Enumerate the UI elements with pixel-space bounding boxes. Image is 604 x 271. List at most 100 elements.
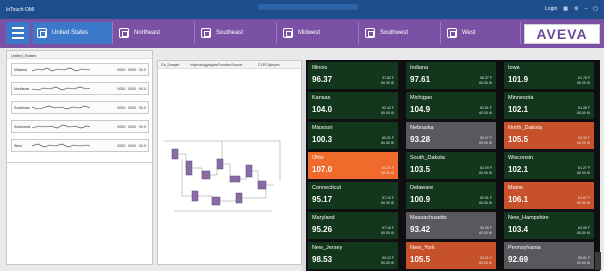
- state-tile[interactable]: Maine 106.1 63.67 F 60.00 ⚙: [504, 182, 594, 209]
- state-setpoint: 60.00 ⚙: [479, 80, 492, 85]
- state-temp: 63.67 F: [578, 196, 590, 200]
- state-value: 100.3: [312, 135, 333, 144]
- restore-icon[interactable]: ▢: [593, 6, 598, 12]
- state-tile[interactable]: South_Dakota 103.5 62.09 F 60.00 ⚙: [406, 152, 496, 179]
- app-title: InTouch OMI: [6, 7, 35, 13]
- trend-values: 0000 · 0000 · 00.0: [117, 106, 146, 110]
- state-subvalues: 57.16 F 60.00 ⚙: [381, 226, 394, 235]
- state-tile-grid: Illinois 96.37 37.82 F 60.00 ⚙ Indiana 97…: [306, 60, 600, 271]
- state-tile[interactable]: Delaware 100.9 60.51 F 60.00 ⚙: [406, 182, 496, 209]
- state-setpoint: 60.00 ⚙: [577, 230, 590, 235]
- state-temp: 56.05 F: [480, 226, 492, 230]
- tab-label: Southeast: [216, 30, 244, 36]
- region-nav-bar: United States Northeast Southeast Midwes…: [0, 19, 604, 48]
- process-diagram[interactable]: [162, 131, 292, 221]
- state-name: North_Dakota: [508, 125, 542, 131]
- trend-row[interactable]: Midwest 0000 · 0000 · 00.0: [11, 63, 149, 76]
- state-tile[interactable]: Maryland 95.26 57.16 F 60.00 ⚙: [308, 212, 398, 239]
- chart-icon[interactable]: ▦: [563, 6, 568, 12]
- state-setpoint: 60.00 ⚙: [479, 260, 492, 265]
- state-temp: 64.21 F: [382, 166, 394, 170]
- login-label[interactable]: Login: [545, 6, 557, 12]
- state-subvalues: 57.10 F 60.00 ⚙: [381, 196, 394, 205]
- menu-icon[interactable]: [6, 22, 30, 44]
- state-tile[interactable]: North_Dakota 105.5 63.30 F 60.00 ⚙: [504, 122, 594, 149]
- state-temp: 61.28 F: [578, 106, 590, 110]
- state-subvalues: 37.82 F 60.00 ⚙: [381, 76, 394, 85]
- state-value: 101.9: [508, 75, 529, 84]
- minimize-icon[interactable]: –: [584, 6, 587, 12]
- state-tile[interactable]: Kansas 104.0 62.42 F 60.00 ⚙: [308, 92, 398, 119]
- state-tile[interactable]: Connecticut 95.17 57.10 F 60.00 ⚙: [308, 182, 398, 209]
- state-tile[interactable]: Minnesota 102.1 61.28 F 60.00 ⚙: [504, 92, 594, 119]
- state-tile[interactable]: Indiana 97.61 58.37 F 60.00 ⚙: [406, 62, 496, 89]
- sparkline: [32, 124, 91, 129]
- grid-scrollbar[interactable]: [595, 252, 601, 270]
- state-subvalues: 61.27 F 60.00 ⚙: [577, 166, 590, 175]
- tab-southeast[interactable]: Southeast: [197, 22, 277, 44]
- state-value: 104.9: [410, 105, 431, 114]
- state-tile[interactable]: Ohio 107.0 64.21 F 60.00 ⚙: [308, 152, 398, 179]
- trend-name: Northeast: [14, 87, 30, 91]
- state-tile[interactable]: New_York 105.5 63.31 F 60.00 ⚙: [406, 242, 496, 269]
- state-tile[interactable]: Michigan 104.9 62.91 F 60.00 ⚙: [406, 92, 496, 119]
- state-value: 95.26: [312, 225, 333, 234]
- state-tile[interactable]: Wisconsin 102.1 61.27 F 60.00 ⚙: [504, 152, 594, 179]
- tab-northeast[interactable]: Northeast: [115, 22, 195, 44]
- state-tile[interactable]: Nebraska 93.28 55.97 F 60.00 ⚙: [406, 122, 496, 149]
- state-value: 107.0: [312, 165, 333, 174]
- state-setpoint: 60.00 ⚙: [381, 110, 394, 115]
- state-tile[interactable]: Iowa 101.9 61.76 F 60.00 ⚙: [504, 62, 594, 89]
- state-name: Maryland: [312, 215, 335, 221]
- trend-row[interactable]: Southeast 0000 · 0000 · 00.0: [11, 101, 149, 114]
- trend-name: Southwest: [14, 125, 31, 129]
- state-name: Maine: [508, 185, 523, 191]
- state-name: Illinois: [312, 65, 328, 71]
- state-subvalues: 60.51 F 60.00 ⚙: [479, 196, 492, 205]
- state-value: 100.9: [410, 195, 431, 204]
- state-setpoint: 60.00 ⚙: [479, 200, 492, 205]
- tab-gs-sample[interactable]: Gs_Sample: [161, 63, 179, 67]
- tab-west[interactable]: West: [443, 22, 521, 44]
- state-tile[interactable]: Pennsylvania 92.69 55.61 F 60.00 ⚙: [504, 242, 594, 269]
- region-icon: [365, 28, 375, 38]
- state-tile[interactable]: New_Hampshire 103.4 62.05 F 60.00 ⚙: [504, 212, 594, 239]
- region-icon: [201, 28, 211, 38]
- state-subvalues: 62.42 F 60.00 ⚙: [381, 106, 394, 115]
- state-setpoint: 60.00 ⚙: [577, 140, 590, 145]
- state-subvalues: 63.67 F 60.00 ⚙: [577, 196, 590, 205]
- state-temp: 57.10 F: [382, 196, 394, 200]
- state-tile[interactable]: Missouri 100.3 60.21 F 60.00 ⚙: [308, 122, 398, 149]
- trend-row[interactable]: Southwest 0000 · 0000 · 00.0: [11, 120, 149, 133]
- state-name: New_Hampshire: [508, 215, 549, 221]
- state-tile[interactable]: New_Jersey 98.53 59.12 F 60.00 ⚙: [308, 242, 398, 269]
- state-name: Connecticut: [312, 185, 342, 191]
- trend-row[interactable]: Northeast 0000 · 0000 · 00.0: [11, 82, 149, 95]
- state-name: Wisconsin: [508, 155, 534, 161]
- state-tile[interactable]: Illinois 96.37 37.82 F 60.00 ⚙: [308, 62, 398, 89]
- trend-row[interactable]: West 0000 · 0000 · 00.0: [11, 139, 149, 152]
- tab-united-states[interactable]: United States: [33, 22, 113, 44]
- state-value: 103.5: [410, 165, 431, 174]
- state-subvalues: 60.21 F 60.00 ⚙: [381, 136, 394, 145]
- tab-southwest[interactable]: Southwest: [361, 22, 441, 44]
- state-name: Pennsylvania: [508, 245, 541, 251]
- region-icon: [447, 28, 457, 38]
- state-temp: 63.31 F: [480, 256, 492, 260]
- state-name: Indiana: [410, 65, 429, 71]
- state-value: 96.37: [312, 75, 333, 84]
- state-value: 98.53: [312, 255, 333, 264]
- state-temp: 58.37 F: [480, 76, 492, 80]
- settings-icon[interactable]: ⚙: [574, 6, 578, 12]
- state-tile[interactable]: Massachusetts 93.42 56.05 F 60.00 ⚙: [406, 212, 496, 239]
- state-value: 95.17: [312, 195, 333, 204]
- tab-label: Southwest: [380, 30, 409, 36]
- tab-midwest[interactable]: Midwest: [279, 22, 359, 44]
- tab-cvpc[interactable]: CVPC4yleyes: [258, 63, 280, 67]
- state-temp: 63.30 F: [578, 136, 590, 140]
- title-search-box[interactable]: [258, 4, 358, 10]
- state-setpoint: 60.00 ⚙: [381, 140, 394, 145]
- state-subvalues: 62.09 F 60.00 ⚙: [479, 166, 492, 175]
- state-setpoint: 60.00 ⚙: [381, 200, 394, 205]
- tab-aggregate-source[interactable]: InfgeneAggregateFunctionSource: [190, 63, 242, 67]
